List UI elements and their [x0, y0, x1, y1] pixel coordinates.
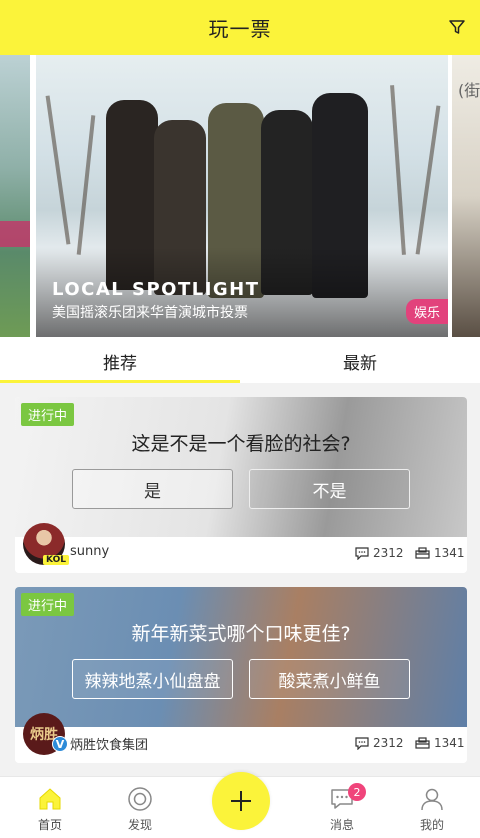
vote-count: 1341 [415, 736, 465, 750]
flowers-image [0, 221, 30, 247]
tree-decoration [45, 95, 71, 245]
vote-count-value: 1341 [434, 736, 465, 750]
nav-discover[interactable]: 发现 [110, 777, 170, 838]
page-title: 玩一票 [208, 17, 272, 41]
top-bar: 玩一票 [0, 0, 480, 55]
tree-decoration [76, 115, 96, 255]
status-badge: 进行中 [21, 403, 75, 426]
banner-next-text: (街 [458, 81, 480, 100]
unread-badge: 2 [348, 783, 366, 801]
nav-mine-label: 我的 [419, 818, 444, 832]
author-name[interactable]: sunny [70, 544, 109, 559]
nav-messages-label: 消息 [329, 818, 354, 832]
category-tag: 娱乐 [405, 299, 448, 324]
vote-option-button[interactable]: 是 [72, 469, 233, 509]
comment-icon [355, 736, 369, 750]
banner-next-card[interactable]: (街 [452, 55, 480, 337]
plus-icon [231, 791, 251, 811]
topic-question: 这是不是一个看脸的社会? [131, 433, 351, 455]
discover-icon [128, 787, 152, 811]
topic-card[interactable]: 进行中 新年新菜式哪个口味更佳? 辣辣地蒸小仙盘盘 酸菜煮小鲜鱼 炳胜 V 炳胜… [15, 587, 467, 763]
tab-latest[interactable]: 最新 [240, 339, 480, 383]
ballot-box-icon [415, 547, 430, 559]
comment-count[interactable]: 2312 [355, 546, 404, 560]
nav-home-label: 首页 [37, 818, 62, 832]
author-name[interactable]: 炳胜饮食集团 [70, 734, 148, 753]
banner-main-card[interactable]: LOCAL SPOTLIGHT 美国摇滚乐团来华首演城市投票 娱乐 [36, 55, 448, 337]
verified-badge: V [52, 736, 68, 752]
tab-recommended[interactable]: 推荐 [0, 339, 240, 383]
tree-decoration [415, 105, 441, 255]
card-footer: 炳胜 V 炳胜饮食集团 2312 1341 [15, 713, 467, 763]
comment-count-value: 2312 [373, 546, 404, 560]
card-footer: KOL sunny 2312 1341 [15, 523, 467, 573]
comment-icon [355, 546, 369, 560]
tab-bar: 推荐 最新 [0, 339, 480, 383]
active-tab-indicator [0, 380, 240, 383]
status-badge: 进行中 [21, 593, 75, 616]
user-icon [421, 788, 443, 811]
tree-decoration [390, 85, 406, 255]
create-button[interactable] [212, 772, 270, 830]
vote-option-button[interactable]: 辣辣地蒸小仙盘盘 [72, 659, 233, 699]
nav-home[interactable]: 首页 [20, 777, 80, 838]
comment-count-value: 2312 [373, 736, 404, 750]
vote-option-button[interactable]: 不是 [249, 469, 410, 509]
ballot-box-icon [415, 737, 430, 749]
topic-question: 新年新菜式哪个口味更佳? [131, 623, 351, 645]
banner-subtitle: 美国摇滚乐团来华首演城市投票 [52, 305, 248, 321]
nav-discover-label: 发现 [127, 818, 152, 832]
kol-badge: KOL [43, 555, 69, 565]
card-background-image [15, 397, 467, 537]
nav-mine[interactable]: 我的 [402, 777, 462, 838]
filter-icon[interactable] [448, 18, 466, 36]
vote-count: 1341 [415, 546, 465, 560]
home-icon [39, 788, 61, 810]
vote-count-value: 1341 [434, 546, 465, 560]
banner-carousel[interactable]: LOCAL SPOTLIGHT 美国摇滚乐团来华首演城市投票 娱乐 (街 [0, 55, 480, 339]
banner-title: LOCAL SPOTLIGHT [52, 279, 260, 300]
nav-messages[interactable]: 消息 2 [312, 777, 372, 838]
comment-count[interactable]: 2312 [355, 736, 404, 750]
vote-option-button[interactable]: 酸菜煮小鲜鱼 [249, 659, 410, 699]
banner-prev-card[interactable] [0, 55, 30, 337]
topic-card[interactable]: 进行中 这是不是一个看脸的社会? 是 不是 KOL sunny 2312 134… [15, 397, 467, 573]
card-background-image [15, 587, 467, 727]
